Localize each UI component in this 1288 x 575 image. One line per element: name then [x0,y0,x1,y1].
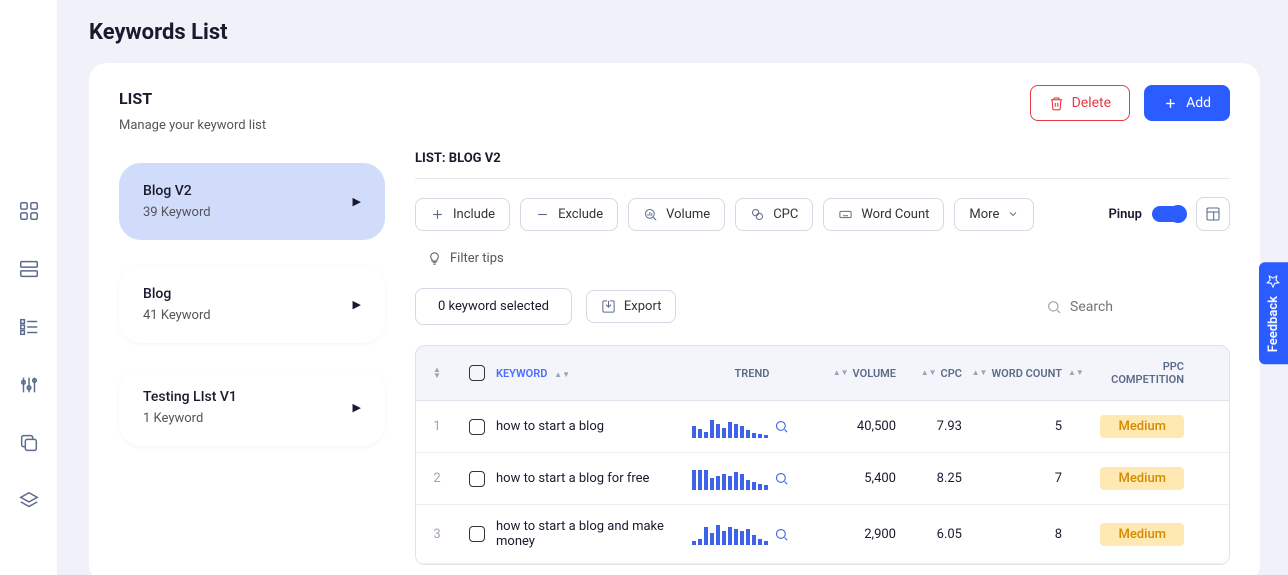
layers-icon[interactable] [18,490,40,512]
row-checkbox[interactable] [469,526,485,542]
divider [415,178,1230,179]
list-title: Testing LIst V1 [143,389,237,405]
search-input[interactable] [1070,299,1170,315]
header-ppc[interactable]: PPC COMPETITION [1088,360,1184,386]
add-button[interactable]: Add [1144,85,1230,121]
volume-icon [643,207,658,222]
keyword-cell[interactable]: how to start a blog [496,419,692,434]
list-title: Blog V2 [143,183,211,199]
server-icon[interactable] [18,258,40,280]
layout-button[interactable] [1196,197,1230,231]
copy-icon[interactable] [18,432,40,454]
keyword-cell[interactable]: how to start a blog for free [496,471,692,486]
plus-icon [430,207,445,222]
current-list-label: LIST: BLOG V2 [415,151,1230,166]
page-title: Keywords List [89,0,1260,63]
chevron-right-icon: ▶ [353,298,361,311]
more-filter[interactable]: More [954,198,1034,231]
cpc-filter[interactable]: CPC [735,198,813,231]
table-row: 1 how to start a blog 40,500 7.93 5 Medi… [416,401,1229,453]
trash-icon [1049,96,1064,111]
delete-label: Delete [1072,95,1111,111]
row-index: 2 [416,471,458,486]
row-index: 3 [416,527,458,542]
delete-button[interactable]: Delete [1030,85,1130,121]
feedback-tab[interactable]: Feedback [1259,262,1288,364]
list-card[interactable]: Blog 41 Keyword ▶ [119,266,385,343]
sort-icon[interactable]: ▲▼ [1068,370,1084,376]
list-card[interactable]: Blog V2 39 Keyword ▶ [119,163,385,240]
trend-sparkline [692,523,768,545]
list-heading: LIST [119,89,385,108]
header-volume[interactable]: VOLUME [853,367,896,380]
list-count: 41 Keyword [143,308,211,323]
row-index: 1 [416,419,458,434]
zoom-icon[interactable] [774,471,789,486]
sort-icon[interactable]: ▲▼ [433,367,441,379]
ppc-badge: Medium [1100,523,1184,546]
sort-icon[interactable]: ▲▼ [972,370,988,376]
trend-sparkline [692,468,768,490]
cpc-cell: 6.05 [902,527,968,542]
export-icon [601,299,616,314]
star-icon [1267,274,1281,288]
header-trend[interactable]: TREND [735,367,770,380]
word-count-cell: 5 [968,419,1068,434]
cpc-cell: 8.25 [902,471,968,486]
select-all-checkbox[interactable] [469,365,485,381]
keyword-cell[interactable]: how to start a blog and make money [496,519,692,549]
header-cpc[interactable]: CPC [941,367,962,380]
word-count-cell: 7 [968,471,1068,486]
zoom-icon[interactable] [774,527,789,542]
volume-cell: 2,900 [812,527,902,542]
zoom-icon[interactable] [774,419,789,434]
chevron-right-icon: ▶ [353,401,361,414]
keywords-table: ▲▼ KEYWORD ▲▼ TREND ▲▼ VOLUME ▲▼ CPC ▲▼ … [415,345,1230,565]
word-count-filter[interactable]: Word Count [823,198,944,231]
volume-cell: 40,500 [812,419,902,434]
table-row: 3 how to start a blog and make money 2,9… [416,505,1229,564]
list-count: 1 Keyword [143,411,237,426]
dashboard-icon[interactable] [18,200,40,222]
pinup-toggle[interactable] [1152,206,1186,222]
filter-tips[interactable]: Filter tips [427,251,1230,266]
layout-icon [1205,206,1221,222]
sliders-icon[interactable] [18,374,40,396]
row-checkbox[interactable] [469,471,485,487]
export-button[interactable]: Export [586,290,677,323]
list-icon[interactable] [18,316,40,338]
chevron-right-icon: ▶ [353,195,361,208]
ppc-badge: Medium [1100,467,1184,490]
minus-icon [535,207,550,222]
list-card[interactable]: Testing LIst V1 1 Keyword ▶ [119,369,385,446]
exclude-filter[interactable]: Exclude [520,198,618,231]
add-label: Add [1186,95,1211,111]
left-nav-rail [0,0,57,575]
ppc-badge: Medium [1100,415,1184,438]
pinup-label: Pinup [1108,207,1142,222]
lightbulb-icon [427,251,442,266]
include-filter[interactable]: Include [415,198,510,231]
list-count: 39 Keyword [143,205,211,220]
plus-icon [1163,96,1178,111]
cpc-cell: 7.93 [902,419,968,434]
cpc-icon [750,207,765,222]
volume-filter[interactable]: Volume [628,198,725,231]
list-title: Blog [143,286,211,302]
sort-icon[interactable]: ▲▼ [921,370,937,376]
word-count-cell: 8 [968,527,1068,542]
list-subtitle: Manage your keyword list [119,118,385,133]
sort-icon[interactable]: ▲▼ [833,370,849,376]
header-word-count[interactable]: WORD COUNT [991,367,1062,380]
trend-sparkline [692,416,768,438]
header-keyword[interactable]: KEYWORD [496,367,547,380]
row-checkbox[interactable] [469,419,485,435]
volume-cell: 5,400 [812,471,902,486]
sort-icon[interactable]: ▲▼ [554,372,570,378]
keyboard-icon [838,207,853,222]
search-icon [1046,299,1062,315]
table-row: 2 how to start a blog for free 5,400 8.2… [416,453,1229,505]
selection-count: 0 keyword selected [415,288,572,325]
chevron-down-icon [1007,208,1019,220]
